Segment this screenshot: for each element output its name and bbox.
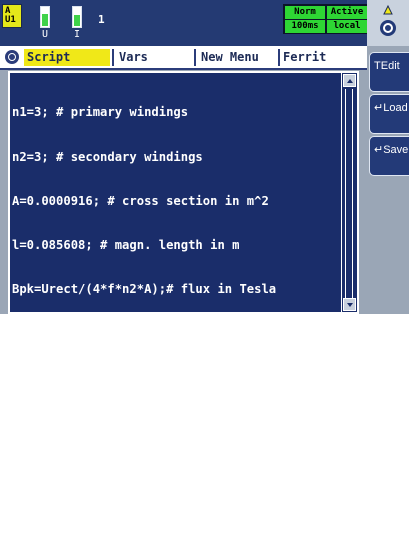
scroll-down-icon[interactable] <box>343 298 356 311</box>
voltage-meter-label: U <box>41 29 49 40</box>
current-meter-label: I <box>73 29 81 40</box>
mode-local: local <box>327 20 367 33</box>
corner-panel <box>367 0 409 46</box>
tab-ferrit[interactable]: Ferrit <box>280 49 350 66</box>
script-text[interactable]: n1=3; # primary windings n2=3; # seconda… <box>12 76 339 546</box>
return-arrow-icon: ↵ <box>374 102 384 114</box>
mode-cycle-time: 100ms <box>285 20 325 33</box>
tab-script[interactable]: Script <box>24 49 110 66</box>
channel-badge-line2: U1 <box>5 15 16 25</box>
voltage-meter-fill <box>42 14 48 26</box>
script-editor[interactable]: n1=3; # primary windings n2=3; # seconda… <box>8 71 359 516</box>
channel-badge[interactable]: A U1 <box>2 4 22 28</box>
script-line: Bpk=Urect/(4*f*n2*A);# flux in Tesla <box>12 281 277 296</box>
save-button[interactable]: ↵Save <box>369 136 409 176</box>
edit-button-label: Edit <box>380 60 400 72</box>
menu-ring-button-icon[interactable] <box>5 50 19 64</box>
mode-indicator[interactable]: Norm Active 100ms local <box>283 4 369 34</box>
status-bar: A U1 U I 1 Norm Active 100ms local <box>0 0 369 46</box>
tab-vars[interactable]: Vars <box>116 49 192 66</box>
right-frame <box>359 70 367 314</box>
script-line: freq=f:1/1e6; <box>12 502 108 517</box>
edit-icon: T <box>374 60 381 72</box>
voltage-meter <box>40 6 50 28</box>
save-button-label: Save <box>383 144 409 156</box>
device-frame: A U1 U I 1 Norm Active 100ms local Scrip… <box>0 0 409 516</box>
load-button-label: Load <box>383 102 408 114</box>
left-frame <box>0 70 8 314</box>
tab-divider <box>112 49 114 66</box>
script-line: n1=3; # primary windings <box>12 105 189 120</box>
menu-ring-icon[interactable] <box>378 4 398 40</box>
group-number: 1 <box>98 13 105 26</box>
edit-button[interactable]: TEdit <box>369 52 409 92</box>
current-meter-fill <box>74 15 80 26</box>
script-line: l=0.085608; # magn. length in m <box>12 237 240 252</box>
tab-divider <box>194 49 196 66</box>
return-arrow-icon: ↵ <box>374 144 384 156</box>
tab-new-menu[interactable]: New Menu <box>198 49 278 66</box>
script-line: A=0.0000916; # cross section in m^2 <box>12 193 269 208</box>
script-line: pfe=P:1*n1/n2; <box>12 458 115 473</box>
script-line: ur_ampl=Bpk/1.2566e-6/Hpk; <box>12 369 203 384</box>
softkey-panel: TEdit ↵Load ↵Save <box>367 46 409 314</box>
scroll-thumb[interactable] <box>345 89 353 309</box>
mode-active: Active <box>327 6 367 19</box>
vertical-scrollbar[interactable] <box>341 73 357 312</box>
menu-bar: Script Vars New Menu Ferrit <box>0 46 367 70</box>
scroll-up-icon[interactable] <box>343 74 356 87</box>
load-button[interactable]: ↵Load <box>369 94 409 134</box>
current-meter <box>72 6 82 28</box>
script-line: n2=3; # secondary windings <box>12 149 203 164</box>
mode-norm: Norm <box>285 6 325 19</box>
script-line: # relative amplitude permeability <box>12 414 255 429</box>
script-line: Hpk=Ipp/2*n1/l;# field strength A/m <box>12 325 269 340</box>
